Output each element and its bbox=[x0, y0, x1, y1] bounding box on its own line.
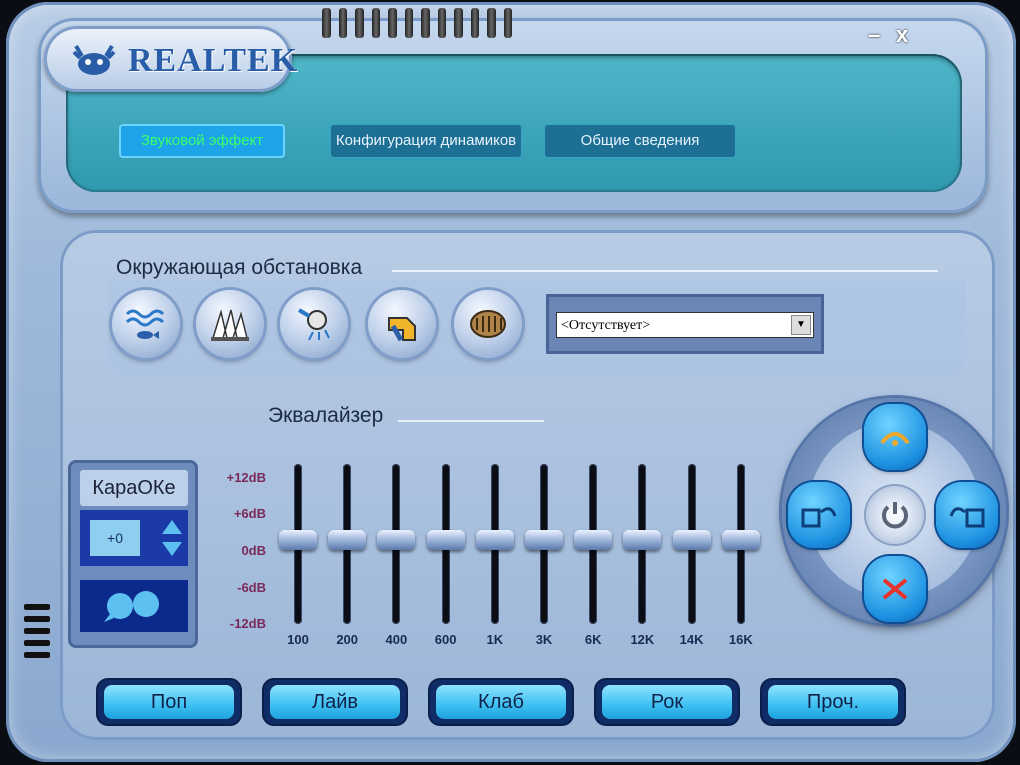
environment-divider bbox=[392, 270, 938, 272]
db-label-zero: 0dB bbox=[241, 543, 266, 558]
preset-rock-button[interactable]: Рок bbox=[602, 685, 732, 719]
eq-slider-knob-14K[interactable] bbox=[672, 530, 711, 550]
karaoke-voice-cancel-button[interactable] bbox=[80, 580, 188, 632]
eq-slider-knob-12K[interactable] bbox=[623, 530, 662, 550]
preset-club: Клаб bbox=[430, 680, 572, 724]
eq-slider-knob-1K[interactable] bbox=[475, 530, 514, 550]
tab-sound-effect[interactable]: Звуковой эффект bbox=[119, 124, 285, 158]
environment-select-value: <Отсутствует> bbox=[561, 318, 651, 333]
nav-left-button[interactable] bbox=[788, 482, 850, 548]
brand-text: REALTEK bbox=[128, 42, 299, 79]
preset-pop: Поп bbox=[98, 680, 240, 724]
close-button[interactable]: x bbox=[896, 22, 908, 48]
bathroom-icon bbox=[297, 308, 330, 341]
db-label-minus6: -6dB bbox=[237, 580, 266, 595]
preset-rock: Рок bbox=[596, 680, 738, 724]
arrow-up-icon[interactable] bbox=[162, 520, 182, 534]
preset-live-button[interactable]: Лайв bbox=[270, 685, 400, 719]
preset-pop-button[interactable]: Поп bbox=[104, 685, 234, 719]
preset-other-button[interactable]: Проч. bbox=[768, 685, 898, 719]
db-label-plus6: +6dB bbox=[233, 506, 266, 521]
nav-down-button[interactable] bbox=[864, 556, 926, 622]
load-icon bbox=[880, 432, 910, 446]
db-label-minus12: -12dB bbox=[229, 616, 266, 631]
reset-icon bbox=[882, 578, 908, 600]
preset-club-button[interactable]: Клаб bbox=[436, 685, 566, 719]
env-opera-button[interactable] bbox=[196, 290, 264, 358]
eq-slider-knob-6K[interactable] bbox=[574, 530, 613, 550]
eq-band-label-100: 100 bbox=[287, 632, 309, 647]
eq-band-label-6K: 6K bbox=[584, 632, 602, 647]
env-bathroom-button[interactable] bbox=[280, 290, 348, 358]
preset-live: Лайв bbox=[264, 680, 406, 724]
eq-slider-knob-16K[interactable] bbox=[721, 530, 760, 550]
opera-house-icon bbox=[211, 309, 249, 341]
open-icon bbox=[801, 507, 837, 528]
env-pipe-button[interactable] bbox=[368, 290, 436, 358]
eq-slider-knob-100[interactable] bbox=[279, 530, 317, 550]
nav-up-button[interactable] bbox=[864, 404, 926, 470]
karaoke-spinner[interactable] bbox=[160, 518, 184, 558]
tab-speaker-config[interactable]: Конфигурация динамиков bbox=[330, 124, 522, 158]
resize-grip[interactable] bbox=[24, 604, 52, 666]
preset-other: Проч. bbox=[762, 680, 904, 724]
environment-title: Окружающая обстановка bbox=[116, 256, 363, 279]
env-underwater-button[interactable] bbox=[112, 290, 180, 358]
db-label-plus12: +12dB bbox=[226, 470, 266, 485]
crab-logo-icon bbox=[72, 44, 116, 75]
arrow-down-icon[interactable] bbox=[162, 542, 182, 556]
colosseum-icon bbox=[470, 310, 506, 338]
karaoke-key-value: +0 bbox=[90, 520, 140, 556]
environment-select[interactable]: <Отсутствует> ▼ bbox=[556, 312, 814, 338]
eq-slider-knob-3K[interactable] bbox=[525, 530, 563, 550]
eq-band-label-16K: 16K bbox=[728, 632, 753, 647]
power-button[interactable] bbox=[866, 486, 924, 544]
eq-band-label-200: 200 bbox=[336, 632, 359, 647]
eq-band-label-400: 400 bbox=[385, 632, 408, 647]
eq-slider-knob-400[interactable] bbox=[377, 530, 416, 550]
karaoke-title: КараОКе bbox=[92, 477, 176, 499]
nav-right-button[interactable] bbox=[936, 482, 998, 548]
chevron-down-icon[interactable]: ▼ bbox=[791, 315, 811, 335]
eq-slider-knob-200[interactable] bbox=[328, 530, 367, 550]
equalizer-title: Эквалайзер bbox=[268, 404, 384, 427]
eq-band-label-1K: 1K bbox=[486, 632, 504, 647]
sewer-pipe-icon bbox=[388, 317, 416, 342]
eq-slider-knob-600[interactable] bbox=[426, 530, 465, 550]
equalizer-divider bbox=[398, 420, 544, 422]
realtek-logo: REALTEK bbox=[44, 26, 297, 92]
save-icon bbox=[949, 507, 985, 528]
eq-band-label-3K: 3K bbox=[535, 632, 553, 647]
eq-band-label-600: 600 bbox=[434, 632, 457, 647]
grille bbox=[322, 8, 512, 42]
minimize-button[interactable]: – bbox=[868, 22, 880, 48]
eq-band-label-14K: 14K bbox=[679, 632, 704, 647]
tab-general-info[interactable]: Общие сведения bbox=[544, 124, 736, 158]
eq-band-label-12K: 12K bbox=[630, 632, 655, 647]
voice-cancel-icon bbox=[104, 591, 159, 622]
power-icon bbox=[882, 502, 908, 529]
env-colosseum-button[interactable] bbox=[454, 290, 522, 358]
underwater-icon bbox=[125, 309, 165, 339]
